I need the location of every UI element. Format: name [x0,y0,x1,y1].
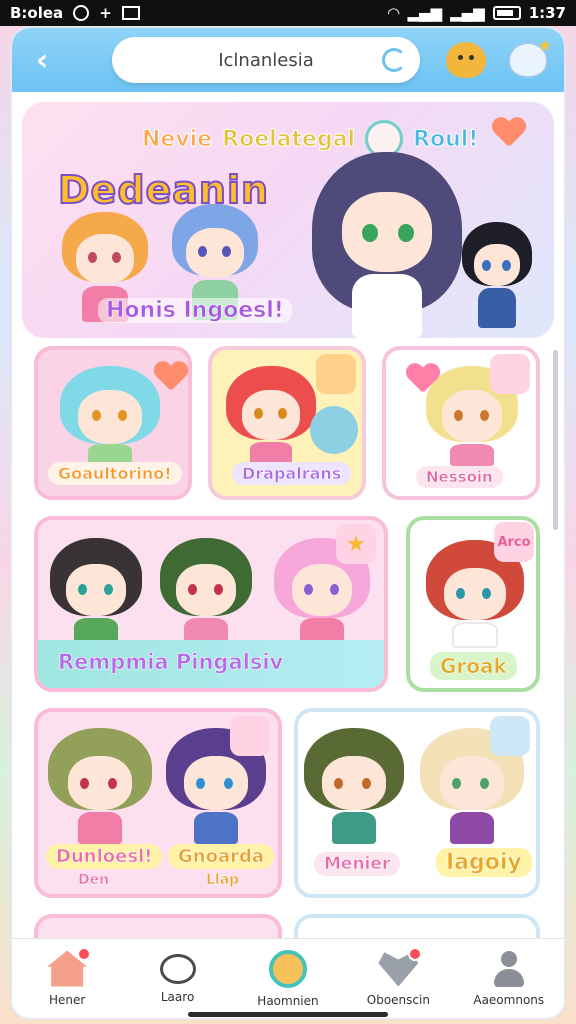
status-carrier-text: B:olea [10,4,64,22]
tab-home[interactable]: Hener [17,946,117,1007]
character-card[interactable]: Nessoin [382,346,540,500]
character-illustration [312,152,462,338]
character-illustration [462,222,532,332]
signal-icon-2: ▂▄▆ [450,4,485,22]
back-button[interactable]: ‹ [26,43,58,78]
status-right: ◠ ▂▄▆ ▂▄▆ 1:37 [388,4,566,22]
main-content: Nevie Roelategal Roul! Dedeanin Honis In… [12,92,564,938]
character-illustration [48,728,152,844]
card-label: Llap [206,872,240,889]
sticker-badge-icon [230,716,270,756]
character-card[interactable] [34,914,282,938]
heart-icon [492,118,526,148]
person-icon [492,950,526,987]
hero-tag[interactable]: Roelategal [222,126,356,152]
tab-label: Aaeomnons [473,992,545,1007]
character-illustration [226,366,316,464]
heart-icon [406,364,440,394]
sticker-badge-icon: ★ [336,524,376,564]
tab-label: Laaro [160,989,195,1004]
card-label: Iagoiy [436,848,532,877]
battery-icon [492,6,521,20]
character-card[interactable] [294,914,540,938]
character-illustration [304,728,404,844]
refresh-icon[interactable] [382,48,406,72]
tab-profile[interactable]: Aaeomnons [459,950,559,1007]
card-label: Menier [314,852,401,876]
sticker-badge-icon [490,716,530,756]
status-left: B:olea + [10,4,140,22]
hero-tag[interactable]: Roul! [413,126,479,152]
search-input-value: Iclnanlesia [218,49,314,71]
card-label: Nessoin [416,466,503,488]
notification-badge [77,946,92,961]
sticker-badge-icon: Arco [494,522,534,562]
top-bar: ‹ Iclnanlesia [12,28,564,92]
discover-icon [268,949,307,988]
tab-label: Haomnien [257,993,319,1008]
card-label: Rempmia Pingalsiv [58,650,284,675]
notification-badge [408,946,423,961]
tab-label: Hener [49,992,86,1007]
sticker-badge-icon [316,354,356,394]
chat-icon [159,953,196,984]
plus-icon: + [99,4,112,22]
card-label: Goaultorino! [48,462,182,485]
status-bar: B:olea + ◠ ▂▄▆ ▂▄▆ 1:37 [0,0,576,26]
character-card[interactable]: Goaultorino! [34,346,192,500]
scrollbar[interactable] [553,350,558,530]
signal-icon: ▂▄▆ [407,4,443,22]
character-card[interactable]: Menier Iagoiy [294,708,540,898]
character-card[interactable]: Dunloesl! Den Gnoarda Llap [34,708,282,898]
character-card[interactable]: Arco Groak [406,516,540,692]
character-illustration [60,366,160,466]
hero-subtitle: Honis Ingoesl! [98,298,292,323]
card-label: Drapalrans [232,462,352,485]
sticker-badge-icon [490,354,530,394]
heart-icon [154,362,188,392]
character-illustration [50,538,142,648]
app-frame: ‹ Iclnanlesia Nevie Roelategal Roul! Ded… [12,28,564,1018]
card-label: Den [78,872,110,889]
card-label: Groak [430,652,517,680]
character-illustration [160,538,252,648]
mascot-avatar-icon[interactable] [446,42,486,78]
hero-banner[interactable]: Nevie Roelategal Roul! Dedeanin Honis In… [22,102,554,338]
tab-discover[interactable]: Haomnien [238,949,338,1008]
character-card[interactable]: Drapalrans [208,346,366,500]
notification-icon [73,5,90,21]
image-icon [121,6,140,20]
robot-mascot-icon[interactable] [508,36,552,78]
bottom-tab-bar: Hener Laaro Haomnien Oboenscin Aaeomnons [12,938,564,1018]
home-indicator[interactable] [188,1012,388,1017]
creature-illustration [310,406,358,454]
card-label: Gnoarda [168,844,275,869]
search-input[interactable]: Iclnanlesia [112,37,420,83]
tab-favorites[interactable]: Oboenscin [348,946,448,1007]
status-time: 1:37 [528,4,566,22]
tab-label: Oboenscin [366,992,430,1007]
wifi-icon: ◠ [387,4,400,22]
character-card-wide[interactable]: ★ Rempmia Pingalsiv [34,516,388,692]
hero-tag[interactable]: Nevie [141,126,212,152]
card-label: Dunloesl! [46,844,163,869]
tab-chat[interactable]: Laaro [128,953,228,1004]
